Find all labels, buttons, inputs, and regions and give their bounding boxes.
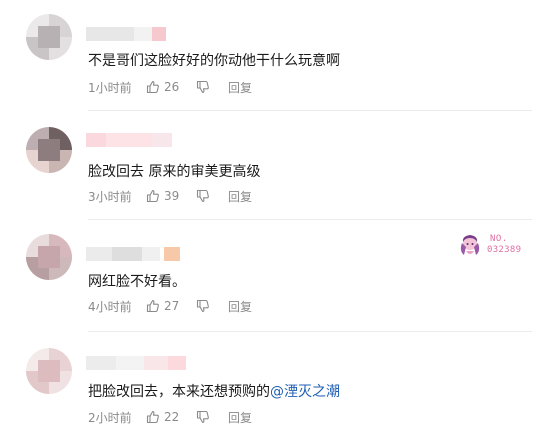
- reply-button[interactable]: 回复: [228, 298, 252, 315]
- avatar[interactable]: [26, 127, 72, 173]
- badge-label: NO.: [490, 234, 508, 244]
- comment-text: 脸改回去 原来的审美更高级: [88, 164, 261, 180]
- comment-text: 把脸改回去，本来还想预购的@湮灭之潮: [88, 383, 340, 401]
- like-count: 27: [164, 299, 180, 313]
- reply-button[interactable]: 回复: [228, 188, 252, 205]
- mention-link[interactable]: @湮灭之潮: [270, 384, 340, 400]
- timestamp: 3小时前: [88, 189, 132, 204]
- comment-text: 不是哥们这脸好好的你动他干什么玩意啊: [88, 53, 340, 69]
- thumbs-down-icon: [196, 299, 210, 313]
- thumbs-up-icon: [146, 410, 160, 424]
- thumbs-down-icon: [196, 410, 210, 424]
- username-blurred[interactable]: [86, 247, 180, 261]
- badge-character-icon: [456, 233, 486, 257]
- divider: [88, 219, 532, 220]
- badge-number: 032389: [487, 245, 522, 255]
- comment-text-body: 把脸改回去，本来还想预购的: [88, 384, 270, 400]
- comment-meta: 2小时前 22 回复: [88, 409, 252, 425]
- divider: [88, 331, 532, 332]
- timestamp: 1小时前: [88, 80, 132, 95]
- thumbs-up-icon: [146, 189, 160, 203]
- thumbs-down-icon: [196, 189, 210, 203]
- reply-button[interactable]: 回复: [228, 409, 252, 426]
- comment-meta: 4小时前 27 回复: [88, 298, 252, 314]
- dislike-button[interactable]: [196, 189, 226, 203]
- thumbs-up-icon: [146, 80, 160, 94]
- like-button[interactable]: 26: [146, 80, 196, 94]
- timestamp: 2小时前: [88, 410, 132, 425]
- dislike-button[interactable]: [196, 410, 226, 424]
- like-button[interactable]: 39: [146, 189, 196, 203]
- comment-meta: 3小时前 39 回复: [88, 188, 252, 204]
- avatar[interactable]: [26, 14, 72, 60]
- avatar[interactable]: [26, 348, 72, 394]
- like-count: 22: [164, 410, 180, 424]
- thumbs-up-icon: [146, 299, 160, 313]
- username-blurred[interactable]: [86, 133, 172, 147]
- like-count: 26: [164, 80, 180, 94]
- like-button[interactable]: 22: [146, 410, 196, 424]
- timestamp: 4小时前: [88, 299, 132, 314]
- thumbs-down-icon: [196, 80, 210, 94]
- dislike-button[interactable]: [196, 299, 226, 313]
- comment-meta: 1小时前 26 回复: [88, 79, 252, 95]
- like-count: 39: [164, 189, 180, 203]
- like-button[interactable]: 27: [146, 299, 196, 313]
- dislike-button[interactable]: [196, 80, 226, 94]
- comment-text: 网红脸不好看。: [88, 274, 186, 290]
- reply-button[interactable]: 回复: [228, 79, 252, 96]
- divider: [88, 110, 532, 111]
- username-blurred[interactable]: [86, 27, 166, 41]
- avatar[interactable]: [26, 234, 72, 280]
- fan-badge[interactable]: NO. 032389: [456, 233, 532, 257]
- username-blurred[interactable]: [86, 356, 186, 370]
